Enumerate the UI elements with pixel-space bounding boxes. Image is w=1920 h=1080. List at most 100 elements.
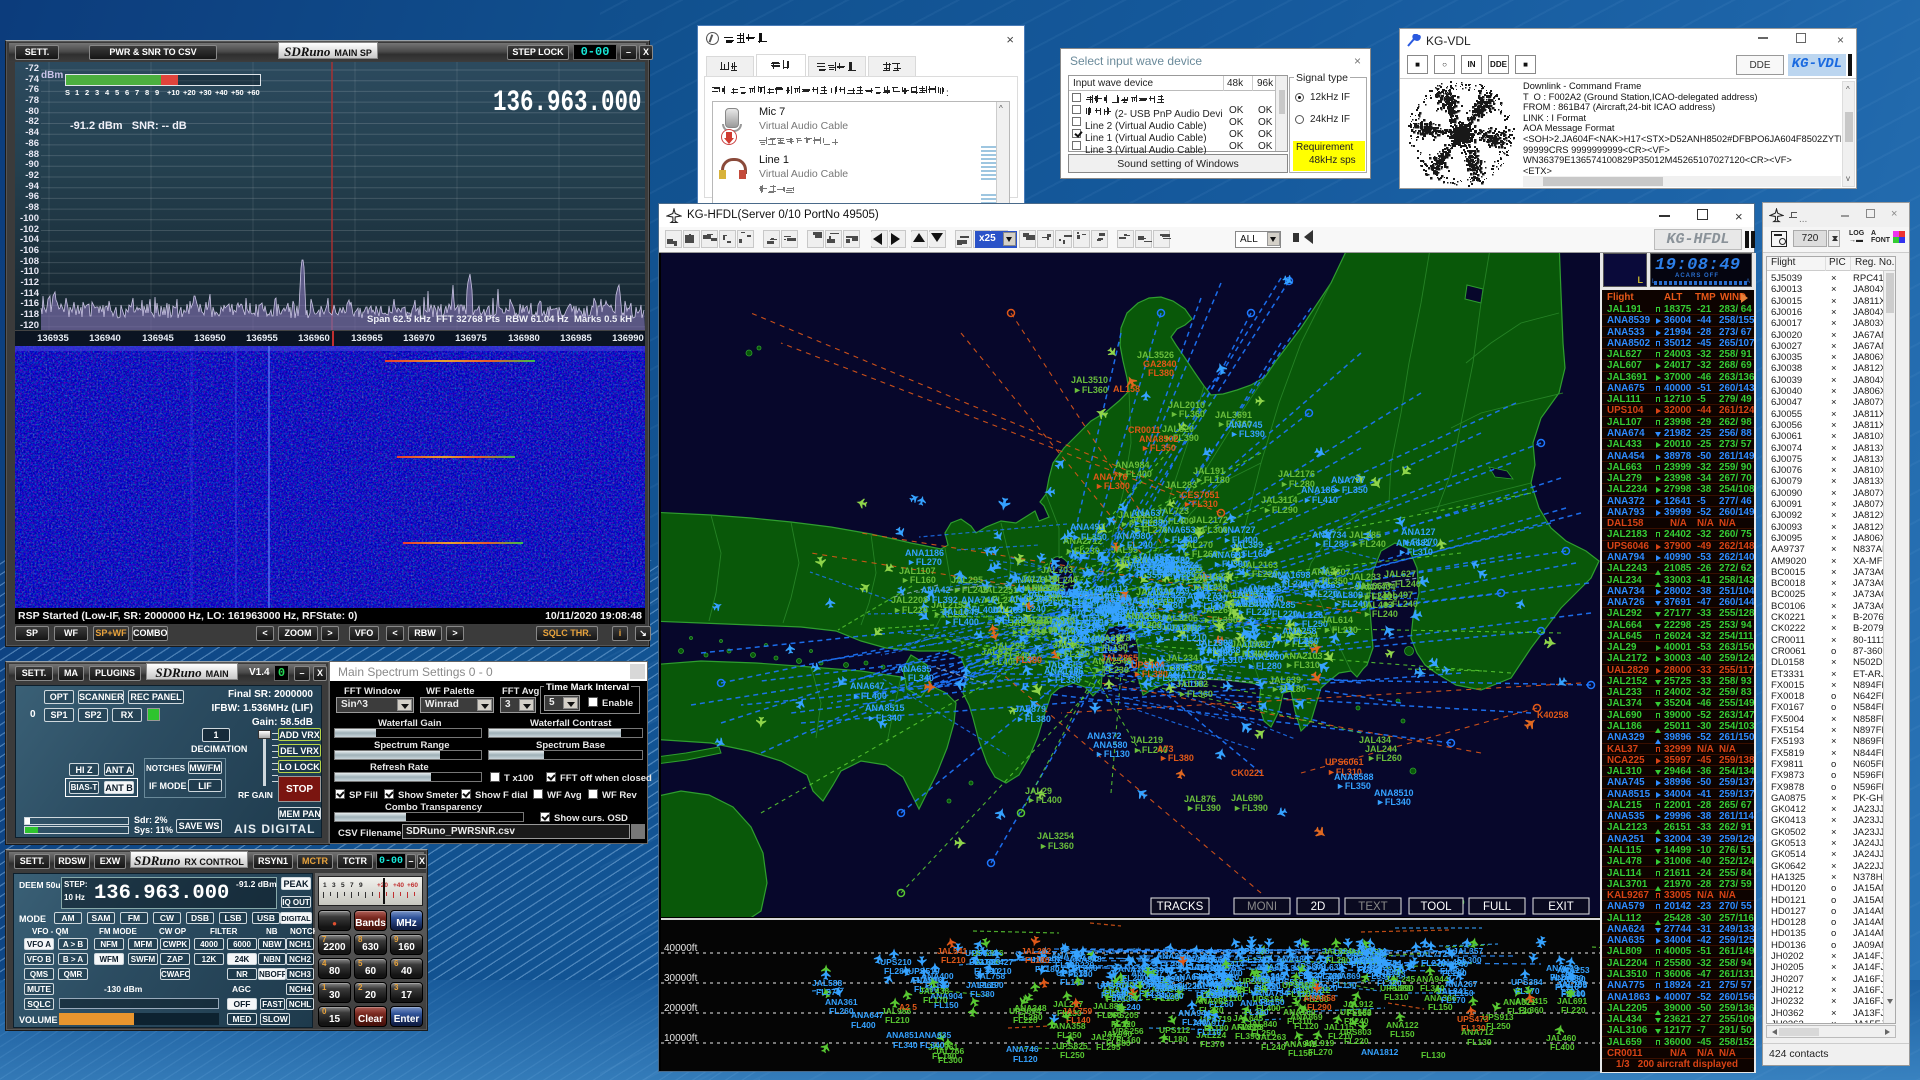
- svg-text:►FL285: ►FL285: [1314, 539, 1349, 549]
- svg-text:►FL380: ►FL380: [1133, 518, 1168, 528]
- svg-text:►FL310: ►FL310: [1285, 660, 1320, 670]
- svg-text:►FL170: ►FL170: [1189, 601, 1224, 611]
- svg-text:►FL392: ►FL392: [923, 595, 958, 605]
- svg-text:JAL295: JAL295: [951, 575, 983, 585]
- svg-text:FL210: FL210: [941, 955, 966, 965]
- svg-text:40000ft: 40000ft: [664, 943, 698, 954]
- svg-text:►FL130: ►FL130: [1095, 749, 1130, 759]
- svg-text:FL120: FL120: [1111, 1019, 1136, 1029]
- svg-text:JAL1457: JAL1457: [1191, 572, 1228, 582]
- svg-text:►FL380: ►FL380: [1016, 714, 1051, 724]
- svg-text:JAL2172: JAL2172: [1191, 515, 1228, 525]
- svg-text:ANA404: ANA404: [1361, 582, 1396, 592]
- svg-text:►FL380: ►FL380: [1159, 753, 1194, 763]
- svg-text:JAL793: JAL793: [1170, 623, 1202, 633]
- svg-text:►FL250: ►FL250: [1023, 583, 1058, 593]
- svg-text:FL400: FL400: [851, 1020, 876, 1030]
- svg-text:►FL360: ►FL360: [1073, 385, 1108, 395]
- svg-text:JAL627: JAL627: [1384, 569, 1416, 579]
- svg-text:JAL2166: JAL2166: [1125, 560, 1162, 570]
- svg-text:JAL3510: JAL3510: [1071, 375, 1108, 385]
- svg-text:►FL350: ►FL350: [1336, 781, 1371, 791]
- svg-text:JAL3114: JAL3114: [1261, 495, 1298, 505]
- svg-text:FL150: FL150: [1390, 1029, 1415, 1039]
- svg-text:30000ft: 30000ft: [664, 973, 698, 984]
- svg-text:►FL350: ►FL350: [1313, 576, 1348, 586]
- svg-text:►FL300: ►FL300: [1095, 481, 1130, 491]
- svg-text:ANA258: ANA258: [1282, 626, 1317, 636]
- svg-text:MONI: MONI: [1247, 901, 1277, 913]
- svg-text:►FL180: ►FL180: [1195, 475, 1230, 485]
- svg-text:2D: 2D: [1311, 901, 1326, 913]
- svg-text:►FL350: ►FL350: [1141, 443, 1176, 453]
- svg-text:FL290: FL290: [1307, 1002, 1332, 1012]
- svg-text:ANA273: ANA273: [1187, 591, 1222, 601]
- svg-text:►FL200: ►FL200: [1127, 620, 1162, 630]
- svg-text:►FL310: ►FL310: [1063, 596, 1098, 606]
- svg-text:JAL2176: JAL2176: [1278, 469, 1315, 479]
- svg-text:►FL180: ►FL180: [1271, 684, 1306, 694]
- svg-text:►FL340: ►FL340: [1198, 647, 1233, 657]
- svg-text:►FL245: ►FL245: [953, 585, 988, 595]
- svg-text:FL250: FL250: [1060, 1050, 1085, 1060]
- svg-text:►FL250: ►FL250: [1284, 636, 1319, 646]
- svg-text:►FL250: ►FL250: [1096, 593, 1131, 603]
- svg-text:►FL390: ►FL390: [1233, 803, 1268, 813]
- svg-text:►FL350: ►FL350: [1333, 485, 1368, 495]
- svg-text:►FL190: ►FL190: [1093, 643, 1128, 653]
- svg-text:►FL280: ►FL280: [1247, 661, 1282, 671]
- svg-text:FL130: FL130: [1332, 980, 1357, 990]
- svg-text:FL150: FL150: [1288, 1048, 1313, 1058]
- svg-text:►FL400: ►FL400: [852, 691, 887, 701]
- svg-text:FL380: FL380: [970, 989, 995, 999]
- svg-text:►FL220: ►FL220: [1237, 607, 1272, 617]
- svg-text:JAL1920: JAL1920: [1231, 639, 1268, 649]
- svg-text:FL110: FL110: [1555, 982, 1579, 992]
- svg-text:►FL350: ►FL350: [1072, 532, 1107, 542]
- svg-text:JAL234: JAL234: [1166, 653, 1198, 663]
- svg-text:FL370: FL370: [816, 987, 841, 997]
- svg-text:JAL690: JAL690: [1231, 793, 1263, 803]
- svg-text:FL160: FL160: [1347, 1008, 1372, 1018]
- svg-text:FL340 FL340: FL340 FL340: [893, 1040, 945, 1050]
- svg-text:►FL230: ►FL230: [1323, 625, 1358, 635]
- svg-text:►FL130: ►FL130: [1052, 629, 1087, 639]
- svg-text:JAL283: JAL283: [1165, 480, 1197, 490]
- svg-text:A2 5: A2 5: [899, 1002, 917, 1012]
- svg-text:JAL2208: JAL2208: [891, 595, 928, 605]
- svg-text:►FL400: ►FL400: [944, 617, 979, 627]
- svg-text:FL180: FL180: [1163, 1034, 1188, 1044]
- svg-text:►FL340: ►FL340: [899, 673, 934, 683]
- svg-text:ANA851ANA635: ANA851ANA635: [886, 1030, 951, 1040]
- svg-text:ANA647: ANA647: [851, 1010, 884, 1020]
- svg-text:►FL340: ►FL340: [867, 713, 902, 723]
- svg-text:ANA127: ANA127: [1401, 527, 1436, 537]
- svg-text:►FL390: ►FL390: [1186, 803, 1221, 813]
- svg-text:FL120: FL120: [1294, 1021, 1319, 1031]
- svg-text:FL220: FL220: [1013, 1015, 1038, 1025]
- svg-text:FL210: FL210: [885, 1015, 910, 1025]
- svg-text:►FL270: ►FL270: [907, 557, 942, 567]
- svg-text:JAL295: JAL295: [993, 641, 1025, 651]
- svg-text:K40258: K40258: [1537, 710, 1569, 720]
- svg-text:FL130: FL130: [1467, 1037, 1492, 1047]
- svg-text:JAL375: JAL375: [1091, 1032, 1122, 1042]
- svg-text:►FL250: ►FL250: [1055, 649, 1090, 659]
- svg-text:FL120: FL120: [1286, 989, 1311, 999]
- svg-text:JAL1049: JAL1049: [942, 607, 979, 617]
- svg-text:►FL280: ►FL280: [1148, 600, 1183, 610]
- svg-text:FL370: FL370: [1200, 1039, 1225, 1049]
- svg-text:TRACKS: TRACKS: [1157, 901, 1204, 913]
- svg-text:FL150: FL150: [1260, 997, 1285, 1007]
- svg-text:FL240: FL240: [1261, 1042, 1286, 1052]
- svg-text:►FL290: ►FL290: [1263, 505, 1298, 515]
- svg-text:►FL350: ►FL350: [1011, 627, 1046, 637]
- svg-text:ANA1922: ANA1922: [1146, 590, 1186, 600]
- svg-text:►FL390: ►FL390: [1230, 429, 1265, 439]
- svg-text:FL295: FL295: [1096, 1042, 1121, 1052]
- svg-text:CK0221: CK0221: [1231, 768, 1264, 778]
- svg-text:TOOL: TOOL: [1420, 901, 1452, 913]
- svg-text:FL310: FL310: [1146, 990, 1171, 1000]
- svg-text:FL280: FL280: [1550, 972, 1575, 982]
- svg-text:►FL360: ►FL360: [1039, 841, 1074, 851]
